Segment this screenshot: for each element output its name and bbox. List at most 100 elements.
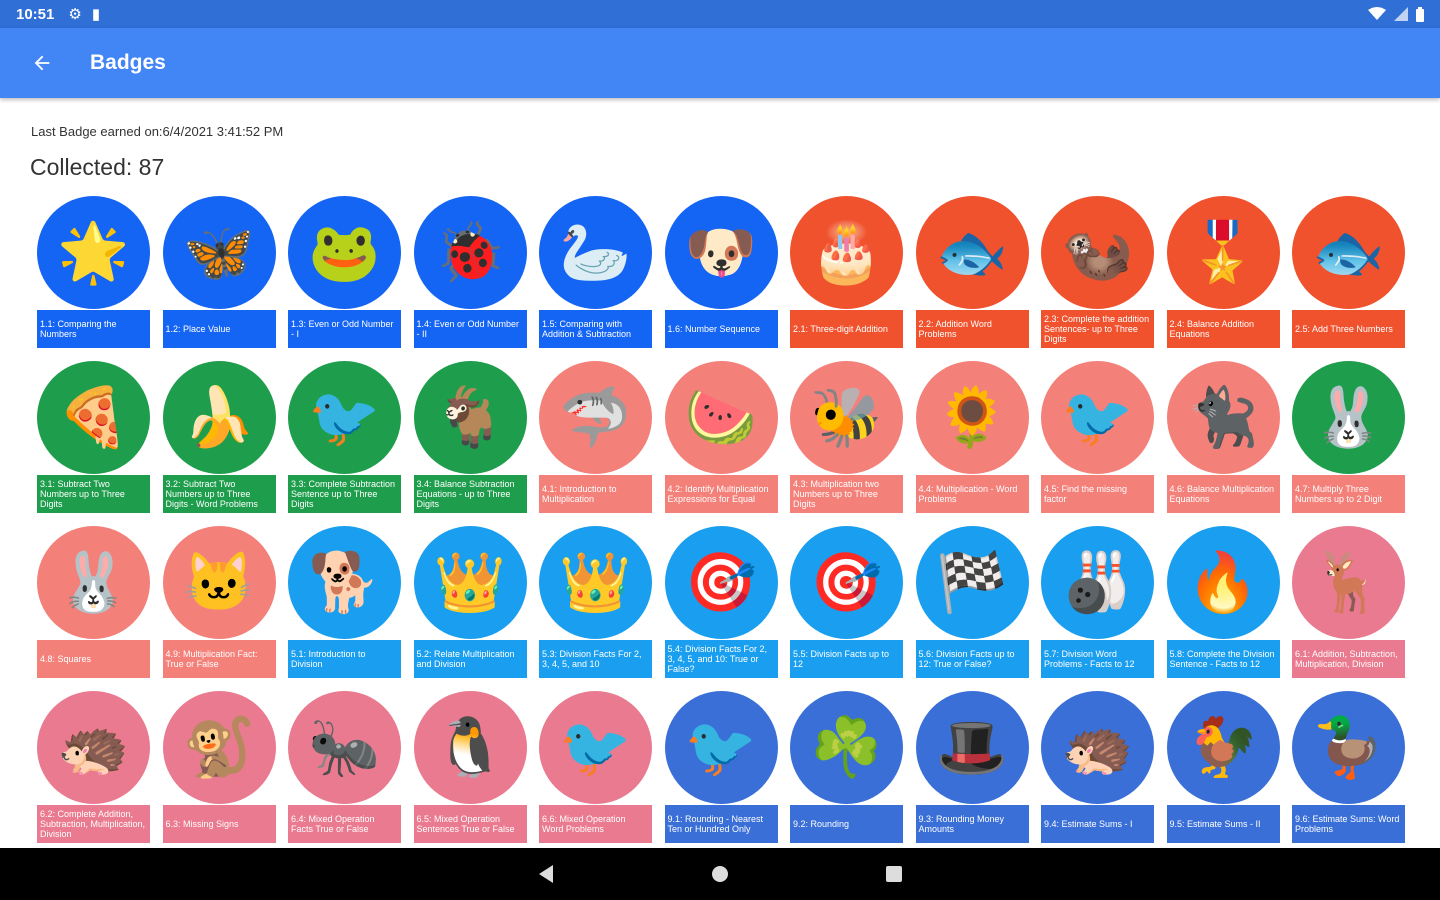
badge-label: 6.3: Missing Signs	[162, 805, 276, 843]
badge-item[interactable]: 🎩 9.3: Rounding Money Amounts	[915, 691, 1029, 843]
badge-item[interactable]: 🐒 6.3: Missing Signs	[162, 691, 276, 843]
badge-icon: 🐱	[162, 526, 276, 639]
badge-icon: 🎂	[790, 196, 903, 309]
badge-icon: 🐟	[1292, 196, 1405, 309]
badge-item[interactable]: 🌟 1.1: Comparing the Numbers	[37, 196, 150, 348]
badge-item[interactable]: 🍉 4.2: Identify Multiplication Expression…	[664, 361, 778, 513]
badge-item[interactable]: 🐧 6.5: Mixed Operation Sentences True or …	[413, 691, 527, 843]
badge-item[interactable]: 🌻 4.4: Multiplication - Word Problems	[915, 361, 1029, 513]
badge-item[interactable]: 🐦 3.3: Complete Subtraction Sentence up t…	[288, 361, 401, 513]
badge-item[interactable]: 🐟 2.5: Add Three Numbers	[1292, 196, 1405, 348]
badge-label: 9.5: Estimate Sums - II	[1166, 805, 1280, 843]
badge-label: 6.4: Mixed Operation Facts True or False	[288, 805, 401, 843]
badge-item[interactable]: 🦢 1.5: Comparing with Addition & Subtract…	[539, 196, 652, 348]
badge-icon: 🎯	[790, 526, 903, 639]
badge-item[interactable]: 🐓 9.5: Estimate Sums - II	[1166, 691, 1280, 843]
badge-icon: ☘️	[790, 691, 903, 804]
badge-icon: 🦆	[1292, 691, 1405, 804]
badge-item[interactable]: 🍌 3.2: Subtract Two Numbers up to Three D…	[162, 361, 276, 513]
badge-item[interactable]: ☘️ 9.2: Rounding	[790, 691, 903, 843]
badge-label: 1.4: Even or Odd Number - II	[413, 310, 527, 348]
badge-icon: 🦦	[1041, 196, 1154, 309]
badge-icon: 🎖️	[1166, 196, 1280, 309]
badge-item[interactable]: 🦦 2.3: Complete the addition Sentences- u…	[1041, 196, 1154, 348]
battery-icon	[1416, 6, 1424, 22]
badge-item[interactable]: 🐜 6.4: Mixed Operation Facts True or Fals…	[288, 691, 401, 843]
badge-label: 4.2: Identify Multiplication Expressions…	[664, 475, 778, 513]
badge-item[interactable]: 🦔 6.2: Complete Addition, Subtraction, Mu…	[37, 691, 150, 843]
badge-item[interactable]: 🐕 5.1: Introduction to Division	[288, 526, 401, 678]
badge-icon: 🌻	[915, 361, 1029, 474]
badge-item[interactable]: 🦈 4.1: Introduction to Multiplication	[539, 361, 652, 513]
badge-item[interactable]: 🐝 4.3: Multiplication two Numbers up to T…	[790, 361, 903, 513]
badge-label: 6.1: Addition, Subtraction, Multiplicati…	[1292, 640, 1405, 678]
badge-icon: 🐓	[1166, 691, 1280, 804]
badge-icon: 🐧	[413, 691, 527, 804]
badge-icon: 🐸	[288, 196, 401, 309]
badge-item[interactable]: 🐰 4.8: Squares	[37, 526, 150, 678]
badge-item[interactable]: 🐈‍⬛ 4.6: Balance Multiplication Equations	[1166, 361, 1280, 513]
badge-item[interactable]: 🐱 4.9: Multiplication Fact: True or False	[162, 526, 276, 678]
badge-item[interactable]: 🐐 3.4: Balance Subtraction Equations - up…	[413, 361, 527, 513]
badge-item[interactable]: 🍕 3.1: Subtract Two Numbers up to Three D…	[37, 361, 150, 513]
nav-home-icon[interactable]	[708, 862, 732, 886]
badge-icon: 🍉	[664, 361, 778, 474]
badge-item[interactable]: 🐶 1.6: Number Sequence	[664, 196, 778, 348]
badge-icon: 🦋	[162, 196, 276, 309]
badge-item[interactable]: 🔥 5.8: Complete the Division Sentence - F…	[1166, 526, 1280, 678]
badge-icon: 👑	[539, 526, 652, 639]
badge-label: 6.6: Mixed Operation Word Problems	[539, 805, 652, 843]
badge-item[interactable]: 🎯 5.4: Division Facts For 2, 3, 4, 5, and…	[664, 526, 778, 678]
badge-item[interactable]: 🎳 5.7: Division Word Problems - Facts to …	[1041, 526, 1154, 678]
signal-icon	[1394, 7, 1408, 21]
badge-label: 4.8: Squares	[37, 640, 150, 678]
badge-icon: 🦈	[539, 361, 652, 474]
badge-item[interactable]: 👑 5.2: Relate Multiplication and Division	[413, 526, 527, 678]
status-time: 10:51	[16, 5, 55, 23]
badge-label: 5.2: Relate Multiplication and Division	[413, 640, 527, 678]
badge-item[interactable]: 🦋 1.2: Place Value	[162, 196, 276, 348]
nav-back-icon[interactable]	[534, 862, 558, 886]
collected-count: Collected: 87	[30, 154, 165, 180]
badge-item[interactable]: 🐦 9.1: Rounding - Nearest Ten or Hundred …	[664, 691, 778, 843]
badge-label: 1.3: Even or Odd Number - I	[288, 310, 401, 348]
badge-label: 2.3: Complete the addition Sentences- up…	[1041, 310, 1154, 348]
badge-item[interactable]: 🦆 9.6: Estimate Sums: Word Problems	[1292, 691, 1405, 843]
badge-label: 9.2: Rounding	[790, 805, 903, 843]
badge-item[interactable]: 🐟 2.2: Addition Word Problems	[915, 196, 1029, 348]
badge-icon: 👑	[413, 526, 527, 639]
badge-label: 6.5: Mixed Operation Sentences True or F…	[413, 805, 527, 843]
badge-label: 1.6: Number Sequence	[664, 310, 778, 348]
badge-item[interactable]: 🐞 1.4: Even or Odd Number - II	[413, 196, 527, 348]
badge-icon: 🍕	[37, 361, 150, 474]
badge-label: 4.3: Multiplication two Numbers up to Th…	[790, 475, 903, 513]
badge-label: 5.8: Complete the Division Sentence - Fa…	[1166, 640, 1280, 678]
badge-icon: 🦢	[539, 196, 652, 309]
nav-recents-icon[interactable]	[882, 862, 906, 886]
badge-item[interactable]: 🐸 1.3: Even or Odd Number - I	[288, 196, 401, 348]
badge-item[interactable]: 🦔 9.4: Estimate Sums - I	[1041, 691, 1154, 843]
badge-item[interactable]: 🎖️ 2.4: Balance Addition Equations	[1166, 196, 1280, 348]
badge-icon: 🐕	[288, 526, 401, 639]
badge-icon: 🦔	[37, 691, 150, 804]
badge-item[interactable]: 🐰 4.7: Multiply Three Numbers up to 2 Dig…	[1292, 361, 1405, 513]
badge-item[interactable]: 🐦 4.5: Find the missing factor	[1041, 361, 1154, 513]
badge-icon: 🐐	[413, 361, 527, 474]
badge-icon: 🐦	[288, 361, 401, 474]
app-bar: Badges	[0, 28, 1440, 98]
arrow-back-icon[interactable]	[28, 49, 56, 77]
badge-item[interactable]: 👑 5.3: Division Facts For 2, 3, 4, 5, and…	[539, 526, 652, 678]
badge-icon: 🌟	[37, 196, 150, 309]
badge-icon: 🎳	[1041, 526, 1154, 639]
badge-label: 5.4: Division Facts For 2, 3, 4, 5, and …	[664, 640, 778, 678]
badge-item[interactable]: 🎂 2.1: Three-digit Addition	[790, 196, 903, 348]
badge-label: 9.3: Rounding Money Amounts	[915, 805, 1029, 843]
sd-card-icon: ▮	[91, 6, 101, 23]
badge-icon: 🐒	[162, 691, 276, 804]
badge-icon: 🐰	[37, 526, 150, 639]
badge-item[interactable]: 🏁 5.6: Division Facts up to 12: True or F…	[915, 526, 1029, 678]
badge-item[interactable]: 🐦 6.6: Mixed Operation Word Problems	[539, 691, 652, 843]
badge-item[interactable]: 🦌 6.1: Addition, Subtraction, Multiplicat…	[1292, 526, 1405, 678]
wifi-icon	[1368, 7, 1386, 20]
badge-item[interactable]: 🎯 5.5: Division Facts up to 12	[790, 526, 903, 678]
